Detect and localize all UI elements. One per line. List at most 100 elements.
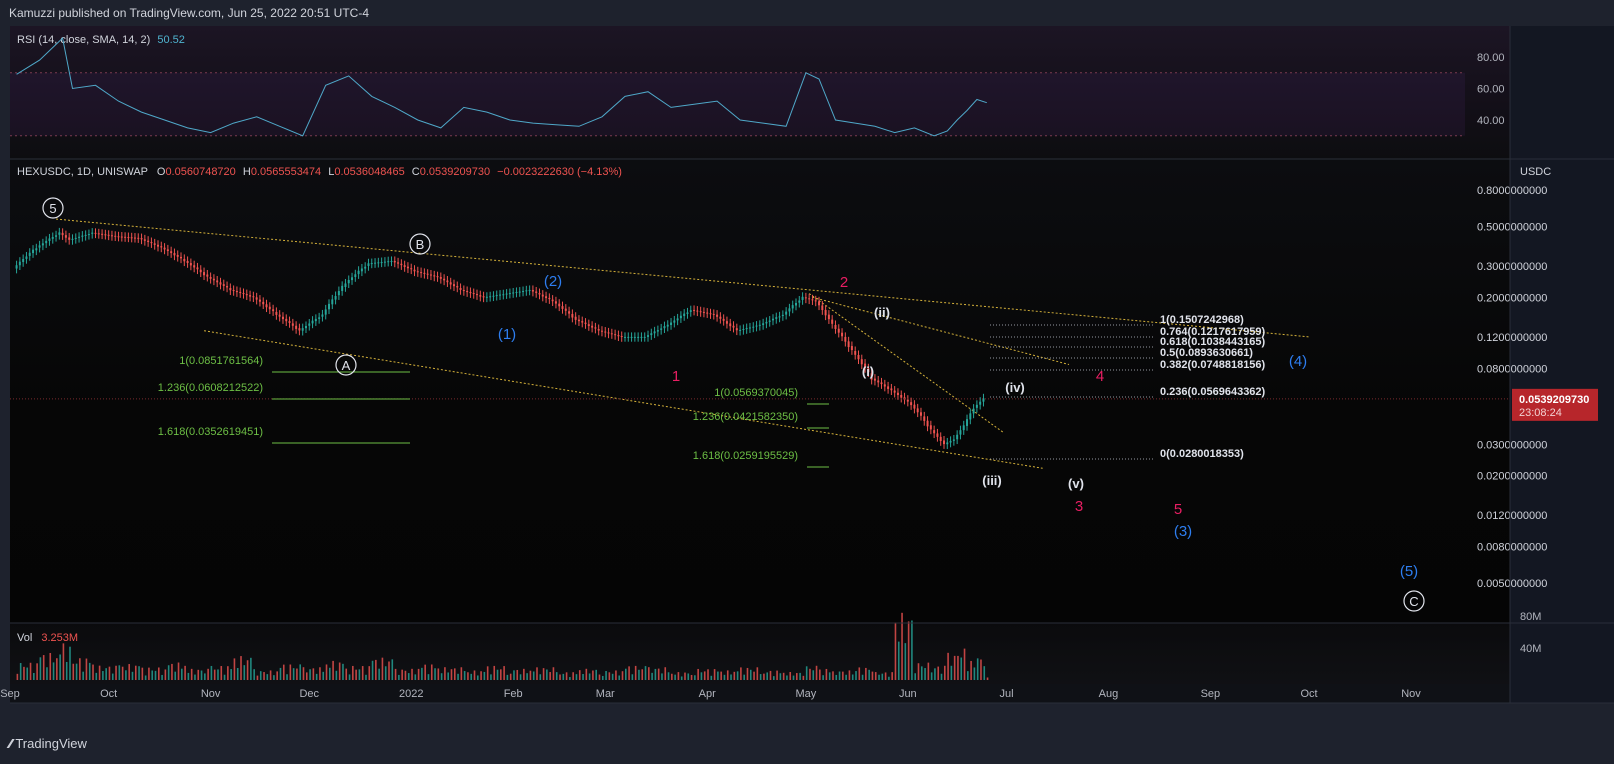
candle-body bbox=[594, 327, 597, 329]
volume-bar bbox=[486, 666, 489, 680]
candle-body bbox=[785, 311, 788, 315]
candle-body bbox=[314, 318, 317, 322]
volume-bar bbox=[671, 673, 673, 680]
volume-bar bbox=[786, 675, 788, 680]
volume-bar bbox=[967, 671, 969, 680]
volume-bar bbox=[983, 666, 986, 680]
volume-bar bbox=[398, 674, 400, 680]
volume-bar bbox=[855, 671, 857, 680]
candle-body bbox=[518, 291, 521, 293]
candle-body bbox=[923, 416, 926, 421]
volume-bar bbox=[384, 666, 387, 680]
candle-body bbox=[55, 235, 58, 237]
volume-bar bbox=[536, 667, 538, 680]
candle-body bbox=[673, 320, 676, 323]
volume-bar bbox=[19, 663, 22, 680]
footer-brand: TradingView bbox=[15, 736, 87, 751]
volume-bar bbox=[453, 668, 456, 680]
volume-bar bbox=[447, 672, 450, 680]
candle-body bbox=[107, 234, 110, 236]
volume-bar bbox=[223, 674, 226, 680]
price-tick: 0.5000000000 bbox=[1477, 221, 1547, 233]
chart-root: { "publisher_line": "Kamuzzi published o… bbox=[0, 0, 1614, 764]
candle-body bbox=[818, 301, 821, 306]
candle-body bbox=[304, 325, 307, 329]
tradingview-footer[interactable]: ⁄⁄ TradingView bbox=[9, 736, 87, 751]
volume-bar bbox=[243, 665, 246, 680]
candle-body bbox=[890, 388, 893, 391]
candle-body bbox=[245, 294, 248, 296]
volume-bar bbox=[312, 668, 315, 680]
volume-bar bbox=[49, 652, 52, 680]
candle-body bbox=[485, 296, 488, 298]
volume-bar bbox=[358, 669, 361, 680]
candle-body bbox=[775, 317, 778, 319]
price-tick: 0.0080000000 bbox=[1477, 542, 1547, 554]
volume-bar bbox=[434, 668, 436, 680]
time-axis-label: Jul bbox=[999, 688, 1013, 700]
rsi-tick: 60.00 bbox=[1477, 84, 1505, 96]
volume-bar bbox=[490, 674, 492, 680]
candle-body bbox=[850, 346, 853, 351]
candle-body bbox=[798, 300, 801, 303]
candle-body bbox=[64, 235, 67, 238]
volume-bar bbox=[154, 670, 157, 680]
volume-bar bbox=[684, 672, 686, 680]
volume-bar bbox=[230, 669, 232, 680]
candle-body bbox=[311, 320, 314, 324]
candle-body bbox=[781, 314, 784, 317]
volume-bar bbox=[700, 672, 703, 680]
fib-mid-label: 1.236(0.0421582350) bbox=[693, 411, 798, 423]
candle-body bbox=[117, 236, 120, 238]
time-axis-label: Aug bbox=[1099, 688, 1119, 700]
volume-bar bbox=[934, 668, 936, 680]
volume-bar bbox=[240, 656, 242, 680]
candle-body bbox=[831, 319, 834, 324]
candle-body bbox=[397, 262, 400, 264]
candle-body bbox=[413, 269, 416, 272]
candle-body bbox=[180, 256, 183, 259]
volume-bar bbox=[125, 670, 127, 680]
candle-body bbox=[841, 332, 844, 337]
volume-bar bbox=[914, 673, 917, 680]
candle-body bbox=[61, 232, 64, 236]
candle-body bbox=[71, 238, 74, 240]
candle-body bbox=[285, 318, 288, 322]
volume-bar bbox=[401, 669, 403, 680]
candle-body bbox=[686, 312, 689, 314]
candle-body bbox=[166, 249, 169, 252]
volume-bar bbox=[177, 662, 180, 680]
candle-body bbox=[255, 297, 258, 300]
candle-body bbox=[916, 408, 919, 413]
volume-bar bbox=[825, 668, 828, 680]
volume-tick: 80M bbox=[1520, 611, 1541, 623]
candle-body bbox=[334, 296, 337, 300]
candle-body bbox=[258, 299, 261, 302]
volume-bar bbox=[532, 671, 535, 680]
volume-bar bbox=[365, 674, 367, 680]
volume-bar bbox=[407, 673, 410, 680]
time-axis-label: Nov bbox=[201, 688, 221, 700]
volume-bar bbox=[345, 668, 348, 680]
candle-body bbox=[771, 318, 774, 321]
candle-body bbox=[58, 232, 61, 235]
volume-bar bbox=[388, 661, 390, 680]
volume-bar bbox=[480, 671, 482, 680]
volume-bar bbox=[253, 669, 255, 680]
volume-bar bbox=[539, 674, 542, 680]
volume-bar bbox=[907, 621, 910, 680]
volume-bar bbox=[555, 672, 558, 680]
volume-bar bbox=[815, 665, 818, 680]
volume-bar bbox=[286, 674, 288, 680]
volume-bar bbox=[79, 658, 81, 680]
volume-bar bbox=[266, 674, 269, 680]
candle-body bbox=[535, 291, 538, 293]
volume-bar bbox=[467, 672, 469, 680]
volume-bar bbox=[838, 671, 841, 680]
volume-bar bbox=[111, 673, 114, 680]
volume-bar bbox=[299, 664, 302, 680]
volume-bar bbox=[319, 667, 321, 680]
volume-bar bbox=[368, 666, 371, 680]
candle-body bbox=[966, 419, 969, 426]
candle-body bbox=[78, 236, 81, 238]
